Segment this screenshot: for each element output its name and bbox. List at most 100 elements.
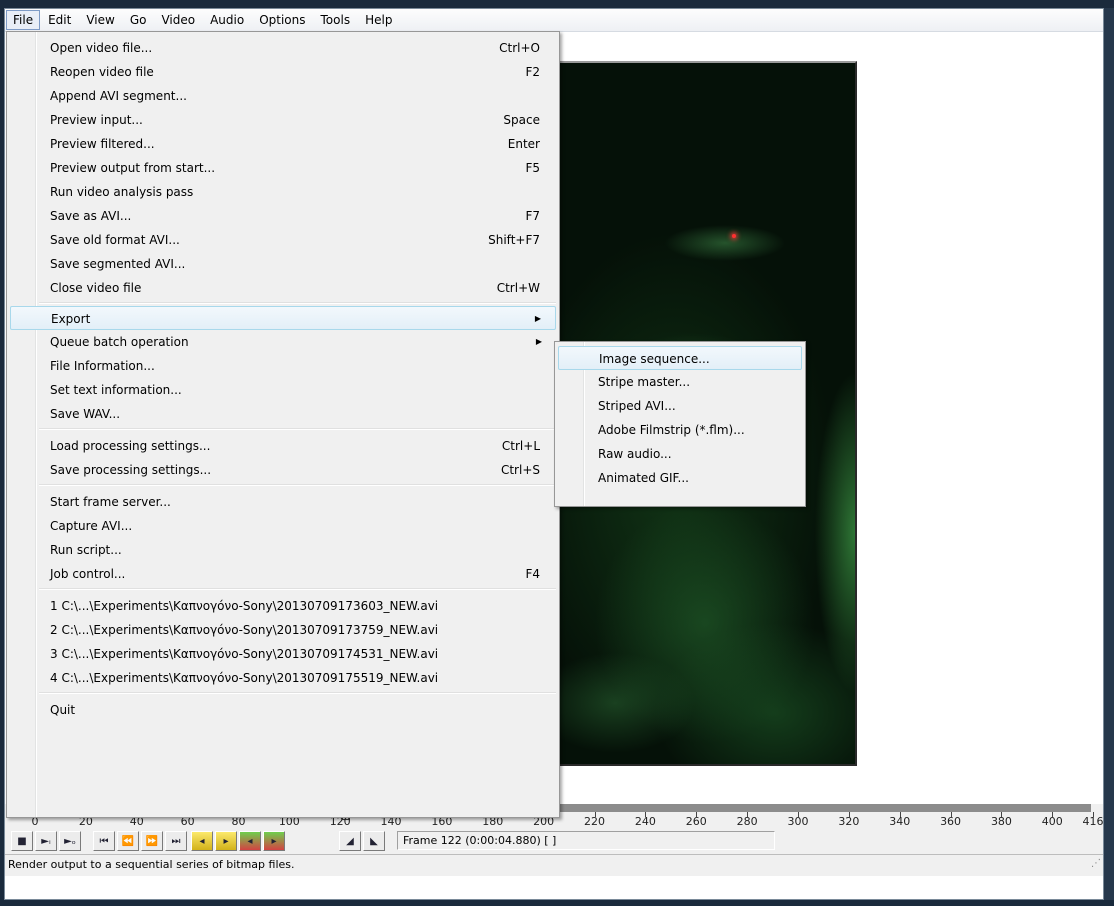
submenu-arrow-icon: ▶ (534, 314, 541, 323)
file-menu-item[interactable]: Preview output from start... F5 (10, 156, 556, 180)
file-menu-item[interactable]: Export ▶ (10, 306, 556, 330)
menu-item-label: Close video file (50, 281, 142, 295)
menu-item-label: Save WAV... (50, 407, 121, 421)
menu-item-shortcut: F4 (525, 567, 540, 581)
status-text: Render output to a sequential series of … (8, 858, 295, 871)
file-menu-item[interactable]: 2 C:\...\Experiments\Καπνογόνο-Sony\2013… (10, 618, 556, 642)
menu-item-label: Save segmented AVI... (50, 257, 186, 271)
file-menu-item[interactable]: Save processing settings... Ctrl+S (10, 458, 556, 482)
desktop-edge (1104, 8, 1114, 900)
red-light-spot (732, 234, 736, 238)
timeline-tick-label: 416 (1082, 815, 1104, 828)
menu-tools[interactable]: Tools (314, 10, 358, 30)
menu-help[interactable]: Help (358, 10, 399, 30)
menu-separator (39, 692, 556, 694)
file-menu-item[interactable]: Append AVI segment... (10, 84, 556, 108)
timeline-tick-label: 400 (1041, 815, 1063, 828)
menu-item-label: Set text information... (50, 383, 182, 397)
mark-in-icon[interactable]: ◢ (339, 831, 361, 851)
export-submenu-item[interactable]: Raw audio... (558, 442, 802, 466)
menu-item-label: Open video file... (50, 41, 153, 55)
menu-bar: File Edit View Go Video Audio Options To… (5, 9, 1103, 32)
next-keyframe-icon[interactable]: ▸ (215, 831, 237, 851)
stop-icon[interactable]: ■ (11, 831, 33, 851)
file-menu-item[interactable]: Preview input... Space (10, 108, 556, 132)
file-menu-item[interactable]: Close video file Ctrl+W (10, 276, 556, 300)
file-menu-item[interactable]: Open video file... Ctrl+O (10, 36, 556, 60)
file-menu-item[interactable]: 1 C:\...\Experiments\Καπνογόνο-Sony\2013… (10, 594, 556, 618)
file-menu-item[interactable]: Set text information... (10, 378, 556, 402)
menu-view[interactable]: View (79, 10, 121, 30)
file-menu-item[interactable]: Start frame server... (10, 490, 556, 514)
menu-item-label: Append AVI segment... (50, 89, 187, 103)
menu-item-label: Job control... (50, 567, 126, 581)
timeline-tick-label: 320 (838, 815, 860, 828)
menu-item-shortcut: Ctrl+L (501, 439, 540, 453)
file-menu-item[interactable]: Run video analysis pass (10, 180, 556, 204)
menu-item-label: Load processing settings... (50, 439, 211, 453)
menu-item-label: Reopen video file (50, 65, 154, 79)
timeline-tick-label: 240 (634, 815, 656, 828)
menu-item-shortcut: F2 (525, 65, 540, 79)
file-menu-item[interactable]: Run script... (10, 538, 556, 562)
export-submenu-item[interactable]: Image sequence... (558, 346, 802, 370)
menu-item-label: Start frame server... (50, 495, 171, 509)
file-menu-item[interactable]: Job control... F4 (10, 562, 556, 586)
file-menu-item[interactable]: Preview filtered... Enter (10, 132, 556, 156)
play-input-icon[interactable]: ►ᵢ (35, 831, 57, 851)
app-window: File Edit View Go Video Audio Options To… (4, 8, 1104, 900)
prev-scene-icon[interactable]: ◂ (239, 831, 261, 851)
timeline-tick-label: 280 (736, 815, 758, 828)
menu-edit[interactable]: Edit (41, 10, 78, 30)
menu-audio[interactable]: Audio (203, 10, 251, 30)
menu-item-shortcut: Enter (507, 137, 540, 151)
menu-item-label: Export (51, 312, 91, 326)
playback-toolbar: ■ ►ᵢ ►ₒ ⏮ ⏪ ⏩ ⏭ ◂ ▸ ◂ ▸ ◢ ◣ Frame 122 (0… (5, 828, 1103, 854)
menu-item-label: Run script... (50, 543, 122, 557)
menu-separator (39, 302, 556, 304)
menu-item-shortcut: F7 (525, 209, 540, 223)
menu-item-label: 1 C:\...\Experiments\Καπνογόνο-Sony\2013… (50, 599, 439, 613)
export-submenu-item[interactable]: Adobe Filmstrip (*.flm)... (558, 418, 802, 442)
menu-video[interactable]: Video (154, 10, 202, 30)
go-start-icon[interactable]: ⏮ (93, 831, 115, 851)
file-menu-item[interactable]: 3 C:\...\Experiments\Καπνογόνο-Sony\2013… (10, 642, 556, 666)
menu-options[interactable]: Options (252, 10, 312, 30)
file-menu-item[interactable]: Queue batch operation ▶ (10, 330, 556, 354)
mark-out-icon[interactable]: ◣ (363, 831, 385, 851)
step-back-icon[interactable]: ⏪ (117, 831, 139, 851)
export-submenu-item[interactable]: Animated GIF... (558, 466, 802, 490)
menu-item-label: Run video analysis pass (50, 185, 194, 199)
menu-item-shortcut: Ctrl+W (496, 281, 540, 295)
go-end-icon[interactable]: ⏭ (165, 831, 187, 851)
file-menu-item[interactable]: Save WAV... (10, 402, 556, 426)
step-forward-icon[interactable]: ⏩ (141, 831, 163, 851)
file-menu-item[interactable]: Load processing settings... Ctrl+L (10, 434, 556, 458)
play-output-icon[interactable]: ►ₒ (59, 831, 81, 851)
file-menu-item[interactable]: Save as AVI... F7 (10, 204, 556, 228)
file-menu-item[interactable]: Capture AVI... (10, 514, 556, 538)
menu-go[interactable]: Go (123, 10, 154, 30)
prev-keyframe-icon[interactable]: ◂ (191, 831, 213, 851)
menu-item-label: Save as AVI... (50, 209, 132, 223)
file-menu-dropdown: Open video file... Ctrl+O Reopen video fil… (6, 31, 560, 818)
file-menu-item[interactable]: Quit (10, 698, 556, 722)
export-submenu-item[interactable]: Stripe master... (558, 370, 802, 394)
menu-item-label: 2 C:\...\Experiments\Καπνογόνο-Sony\2013… (50, 623, 439, 637)
file-menu-item[interactable]: File Information... (10, 354, 556, 378)
file-menu-item[interactable]: Save old format AVI... Shift+F7 (10, 228, 556, 252)
timeline-tick-label: 220 (584, 815, 606, 828)
menu-item-label: 3 C:\...\Experiments\Καπνογόνο-Sony\2013… (50, 647, 439, 661)
file-menu-item[interactable]: Save segmented AVI... (10, 252, 556, 276)
export-submenu-item[interactable]: Striped AVI... (558, 394, 802, 418)
menu-file[interactable]: File (6, 10, 41, 30)
next-scene-icon[interactable]: ▸ (263, 831, 285, 851)
file-menu-item[interactable]: Reopen video file F2 (10, 60, 556, 84)
menu-item-label: 4 C:\...\Experiments\Καπνογόνο-Sony\2013… (50, 671, 439, 685)
file-menu-item[interactable]: 4 C:\...\Experiments\Καπνογόνο-Sony\2013… (10, 666, 556, 690)
menu-item-shortcut: Ctrl+S (500, 463, 540, 477)
menu-item-label: Queue batch operation (50, 335, 189, 349)
frame-indicator: Frame 122 (0:00:04.880) [ ] (397, 831, 775, 850)
resize-grip-icon[interactable]: ⋰ (1091, 854, 1101, 874)
status-bar: Render output to a sequential series of … (5, 854, 1103, 876)
